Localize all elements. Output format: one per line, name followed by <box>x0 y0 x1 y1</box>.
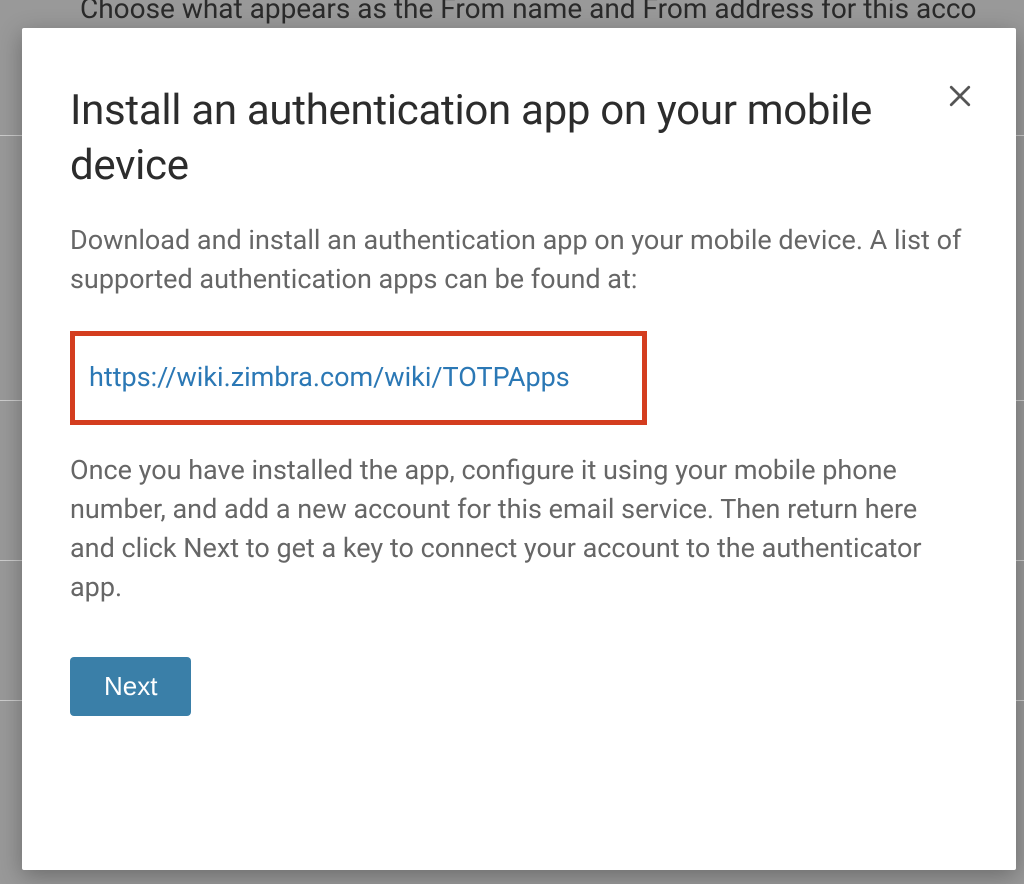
instruction-paragraph-2: Once you have installed the app, configu… <box>70 451 968 608</box>
backdrop-hint-text: Choose what appears as the From name and… <box>80 0 977 25</box>
instruction-paragraph-1: Download and install an authentication a… <box>70 221 968 299</box>
close-icon <box>945 81 975 111</box>
link-highlight-box: https://wiki.zimbra.com/wiki/TOTPApps <box>70 331 647 424</box>
next-button[interactable]: Next <box>70 657 191 716</box>
modal-body: Download and install an authentication a… <box>70 221 968 716</box>
totp-apps-link[interactable]: https://wiki.zimbra.com/wiki/TOTPApps <box>89 361 570 393</box>
auth-app-modal: Install an authentication app on your mo… <box>22 28 1016 870</box>
modal-title: Install an authentication app on your mo… <box>70 84 968 193</box>
close-button[interactable] <box>942 78 978 114</box>
